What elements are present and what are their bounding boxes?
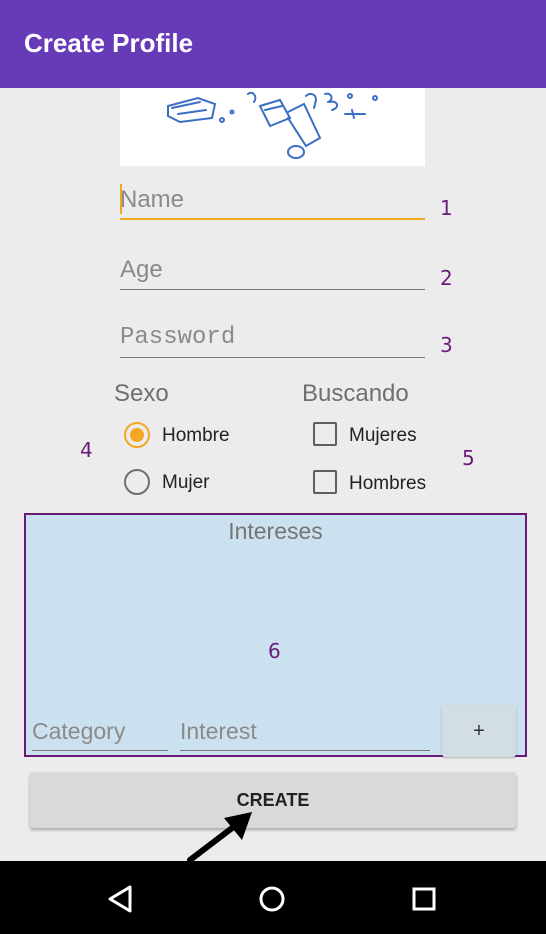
checkbox-hombres[interactable] [313,470,337,494]
interest-underline [180,750,430,751]
age-placeholder: Age [120,256,163,283]
checkbox-mujeres-label[interactable]: Mujeres [349,425,417,447]
radio-hombre-label[interactable]: Hombre [162,425,230,447]
app-bar: Create Profile [0,0,546,88]
sexo-label: Sexo [114,380,169,407]
annotation-4: 4 [80,438,93,462]
annotation-1: 1 [440,196,453,220]
create-button[interactable]: CREATE [30,772,516,828]
password-underline [120,357,425,358]
password-placeholder: Password [120,324,236,351]
password-field[interactable]: Password [120,318,425,358]
category-underline [32,750,168,751]
age-underline [120,289,425,290]
name-underline [120,218,425,220]
interest-input[interactable]: Interest [180,715,430,751]
back-icon[interactable] [100,879,140,919]
name-field[interactable]: Name [120,180,425,220]
interest-placeholder: Interest [180,718,257,744]
recents-icon[interactable] [404,879,444,919]
system-nav-bar [0,861,546,934]
app-title: Create Profile [24,28,194,58]
profile-image[interactable] [120,88,425,166]
category-input[interactable]: Category [32,715,168,751]
buscando-label: Buscando [302,380,409,407]
checkbox-mujeres[interactable] [313,422,337,446]
arrow-annotation-icon [187,812,252,863]
age-field[interactable]: Age [120,250,425,290]
annotation-6: 6 [268,639,281,663]
name-placeholder: Name [120,186,185,213]
interests-panel: Intereses 6 Category Interest + [24,513,527,757]
home-icon[interactable] [252,879,292,919]
add-interest-button[interactable]: + [442,705,516,757]
category-placeholder: Category [32,718,126,744]
annotation-2: 2 [440,266,453,290]
annotation-3: 3 [440,333,453,357]
interests-title: Intereses [228,518,323,544]
annotation-5: 5 [462,446,475,470]
radio-mujer-label[interactable]: Mujer [162,472,210,494]
radio-mujer[interactable] [124,469,150,495]
checkbox-hombres-label[interactable]: Hombres [349,473,426,495]
radio-hombre[interactable] [124,422,150,448]
sketch-illustration [167,91,378,159]
